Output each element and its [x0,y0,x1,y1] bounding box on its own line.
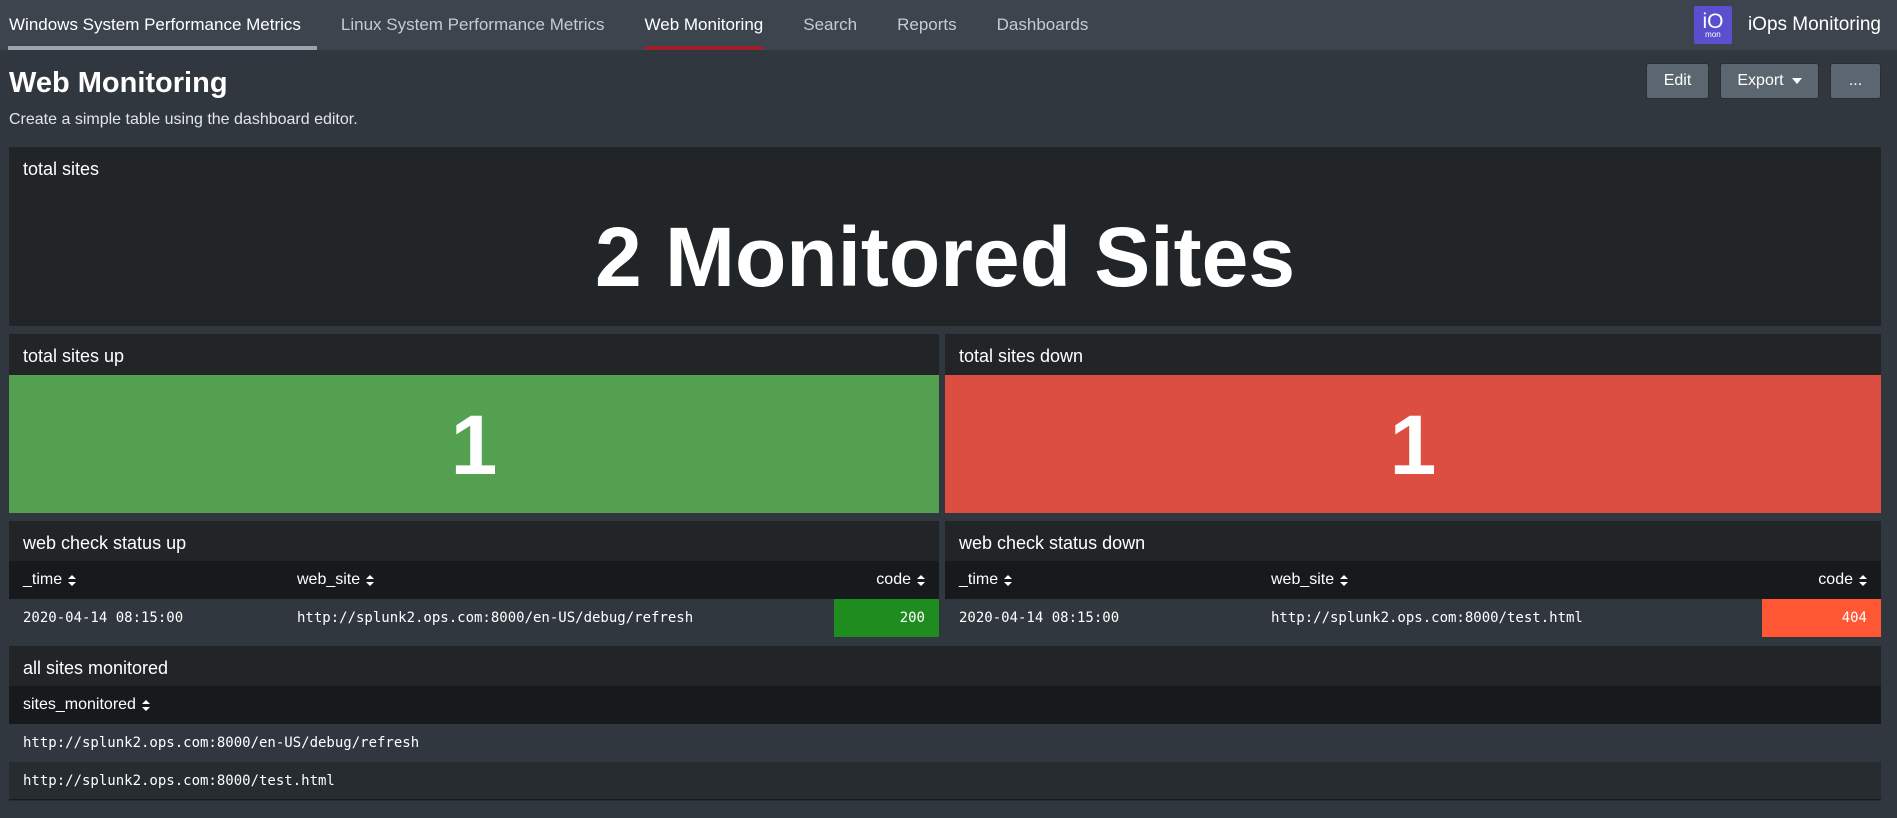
export-button[interactable]: Export [1720,63,1819,99]
more-actions-label: ... [1848,72,1863,89]
caret-down-icon [1791,78,1802,84]
app-nav-bar: Windows System Performance Metrics Linux… [0,0,1897,50]
panel-web-check-up: web check status up _time web_site code … [9,521,939,637]
cell-code-value: 404 [1841,610,1867,626]
sort-icon [1340,574,1349,586]
column-label-time: _time [23,571,63,588]
nav-item-windows-metrics[interactable]: Windows System Performance Metrics [0,0,321,50]
panel-total-sites-down: total sites down 1 [945,334,1881,513]
nav-item-search[interactable]: Search [783,0,877,50]
edit-button[interactable]: Edit [1646,63,1709,99]
column-header-web-site[interactable]: web_site [1271,561,1349,599]
column-header-sites-monitored[interactable]: sites_monitored [23,686,150,724]
table-header: _time web_site code [9,561,939,599]
table-row[interactable]: http://splunk2.ops.com:8000/en-US/debug/… [9,724,1881,762]
sort-icon [1859,574,1867,586]
sort-icon [68,574,77,586]
panel-title-sites-down: total sites down [959,346,1084,366]
column-header-code[interactable]: code [876,561,925,599]
export-button-label: Export [1737,72,1784,89]
nav-item-linux-metrics[interactable]: Linux System Performance Metrics [321,0,625,50]
cell-web-site: http://splunk2.ops.com:8000/en-US/debug/… [297,610,694,626]
app-logo-icon: iO mon [1693,6,1732,44]
column-label-code: code [876,571,911,588]
column-label-code: code [1818,571,1853,588]
panel-title-web-check-down: web check status down [959,533,1146,553]
page-title: Web Monitoring [9,67,228,99]
sites-up-value: 1 [450,398,498,492]
table-row[interactable]: 2020-04-14 08:15:00 http://splunk2.ops.c… [9,599,939,637]
panel-web-check-down: web check status down _time web_site cod… [945,521,1881,637]
table-row[interactable]: http://splunk2.ops.com:8000/test.html [9,762,1881,800]
column-label-time: _time [959,571,999,588]
total-sites-value: 2 Monitored Sites [594,210,1296,304]
table-row[interactable]: 2020-04-14 08:15:00 http://splunk2.ops.c… [945,599,1881,637]
sites-down-value: 1 [1389,398,1437,492]
cell-time: 2020-04-14 08:15:00 [23,610,184,626]
nav-item-web-monitoring[interactable]: Web Monitoring [625,0,784,50]
table-header: sites_monitored [9,686,1881,724]
panel-title-all-sites: all sites monitored [23,658,169,678]
panel-title-sites-up: total sites up [23,346,125,366]
cell-time: 2020-04-14 08:15:00 [959,610,1120,626]
cell-site: http://splunk2.ops.com:8000/en-US/debug/… [23,735,420,751]
panel-total-sites: total sites 2 Monitored Sites [9,147,1881,326]
app-name: iOps Monitoring [1747,14,1881,35]
more-actions-button[interactable]: ... [1830,63,1881,99]
sort-icon [917,574,925,586]
panel-header [9,646,1881,686]
cell-code: 404 [1762,599,1881,637]
app-logo-subtext: mon [1705,30,1721,39]
column-label-sites-monitored: sites_monitored [23,696,136,713]
table-header: _time web_site code [945,561,1881,599]
sort-icon [366,574,375,586]
column-header-time[interactable]: _time [23,561,77,599]
cell-site: http://splunk2.ops.com:8000/test.html [23,773,335,789]
sort-icon [1004,574,1013,586]
app-logo-text: iO [1702,10,1724,33]
panel-total-sites-up: total sites up 1 [9,334,939,513]
column-header-code[interactable]: code [1818,561,1867,599]
panel-title-total-sites: total sites [23,159,100,179]
sort-icon [141,699,150,711]
cell-code: 200 [834,599,939,637]
column-header-web-site[interactable]: web_site [297,561,375,599]
edit-button-label: Edit [1663,72,1692,89]
cell-code-value: 200 [899,610,925,626]
nav-item-reports[interactable]: Reports [877,0,977,50]
column-label-web-site: web_site [1271,571,1335,588]
column-header-time[interactable]: _time [959,561,1013,599]
panel-title-web-check-up: web check status up [23,533,187,553]
cell-web-site: http://splunk2.ops.com:8000/test.html [1271,610,1583,626]
panel-all-sites: all sites monitored sites_monitored http… [9,646,1881,801]
column-label-web-site: web_site [297,571,361,588]
app-brand[interactable]: iO mon iOps Monitoring [1693,0,1897,50]
sites-down-fill: 1 [945,375,1881,513]
page-description: Create a simple table using the dashboar… [9,111,358,128]
nav-item-dashboards[interactable]: Dashboards [977,0,1109,50]
sites-up-fill: 1 [9,375,939,513]
